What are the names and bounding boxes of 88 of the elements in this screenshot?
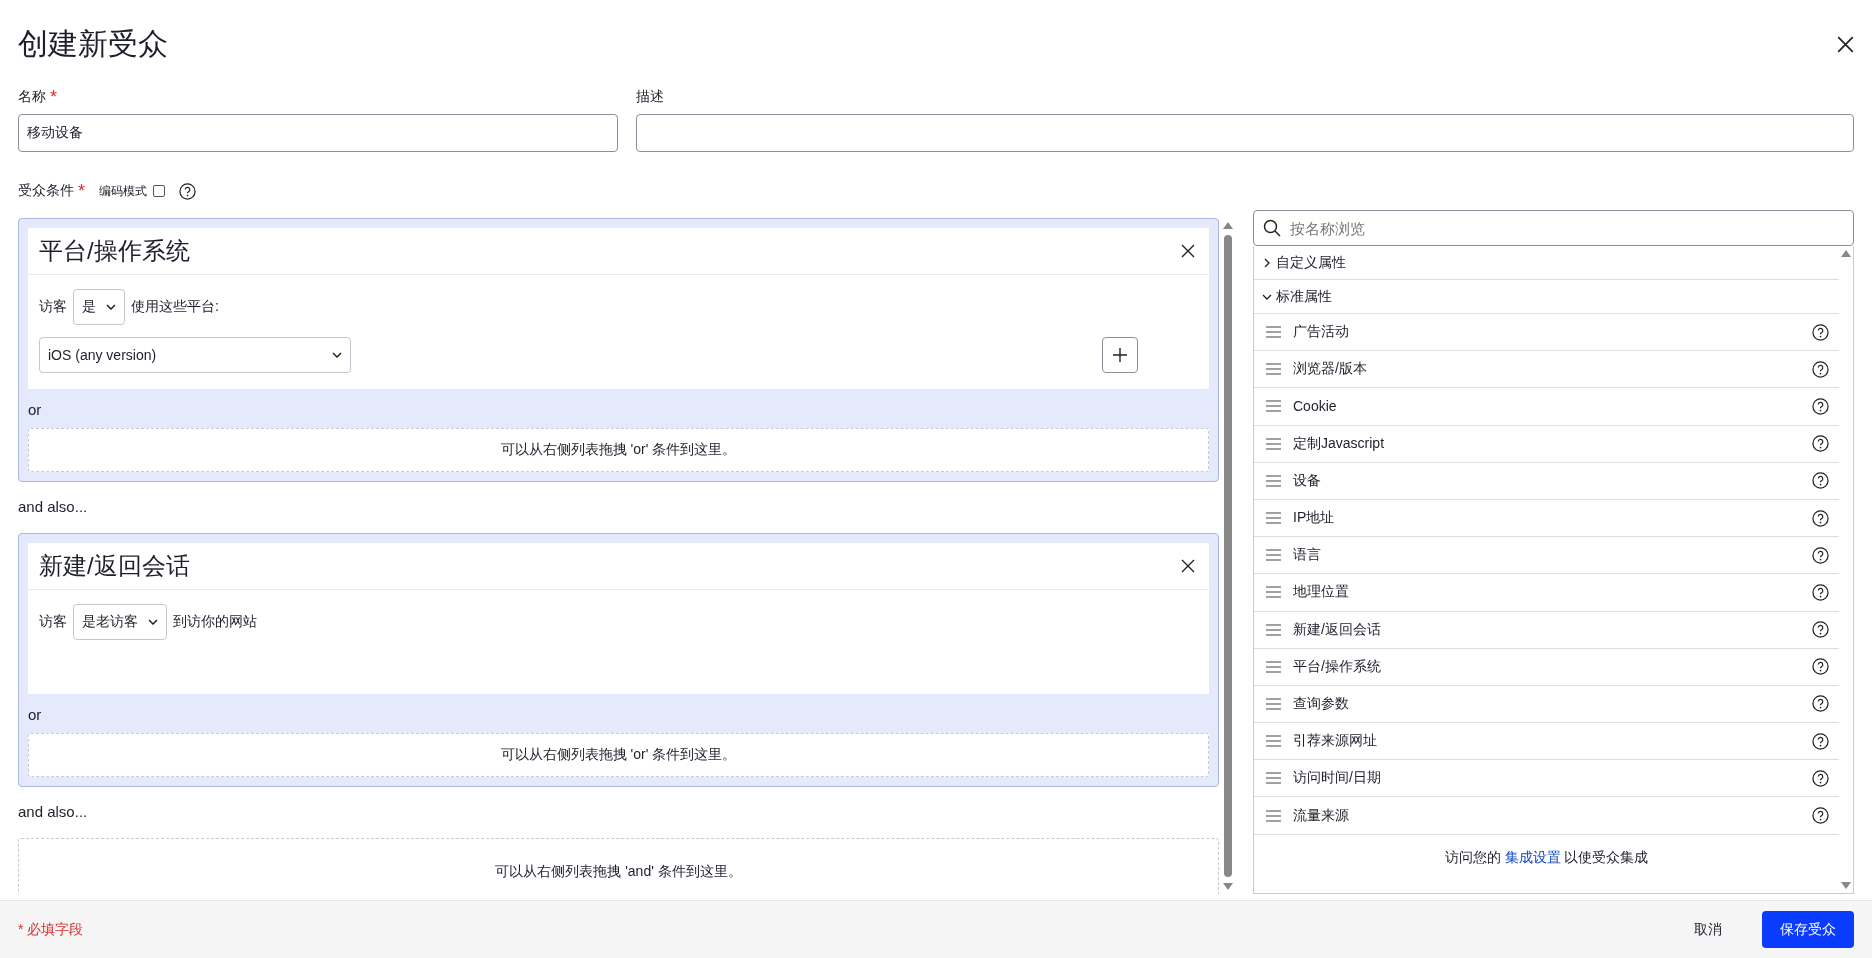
drag-handle-icon xyxy=(1266,586,1281,599)
cancel-button[interactable]: 取消 xyxy=(1676,911,1740,948)
search-field[interactable]: 按名称浏览 xyxy=(1253,210,1854,246)
drag-handle-icon xyxy=(1266,474,1281,487)
and-label: and also... xyxy=(18,497,89,517)
plus-icon xyxy=(1113,348,1127,362)
or-label: or xyxy=(28,705,43,725)
list-item[interactable]: Cookie xyxy=(1254,388,1839,426)
help-icon[interactable] xyxy=(1812,546,1829,564)
drag-handle-icon xyxy=(1266,809,1281,822)
help-icon[interactable] xyxy=(1812,621,1829,639)
input-field[interactable]: 移动设备 xyxy=(18,114,618,152)
drag-handle-icon xyxy=(1266,772,1281,785)
drop-zone: 可以从右侧列表拖拽 'or' 条件到这里。 xyxy=(28,733,1209,777)
help-icon[interactable] xyxy=(1812,509,1829,527)
list-item[interactable]: 地理位置 xyxy=(1254,574,1839,612)
remove-button[interactable] xyxy=(1181,244,1195,258)
help-icon[interactable] xyxy=(1812,583,1829,601)
condition-text: 到访你的网站 xyxy=(173,613,257,631)
drag-handle-icon xyxy=(1266,623,1281,636)
close-icon xyxy=(1181,244,1195,258)
condition-text: 访客 xyxy=(39,298,67,316)
help-icon[interactable] xyxy=(1812,323,1829,341)
drag-handle-icon xyxy=(1266,326,1281,339)
help-icon[interactable] xyxy=(1812,472,1829,490)
field-label: 描述 xyxy=(636,88,664,106)
settings-link[interactable]: 集成设置 xyxy=(1504,848,1561,865)
caret-icon xyxy=(106,304,116,310)
required-asterisk: * xyxy=(78,180,85,202)
help-icon[interactable] xyxy=(1812,658,1829,676)
condition-title: 新建/返回会话 xyxy=(39,551,190,581)
drag-handle-icon xyxy=(1266,660,1281,673)
help-icon[interactable] xyxy=(1812,769,1829,787)
condition-title: 平台/操作系统 xyxy=(39,236,190,266)
required-asterisk: * xyxy=(50,86,57,108)
list-item[interactable]: 流量来源 xyxy=(1254,797,1839,835)
drag-handle-icon xyxy=(1266,512,1281,525)
drop-zone: 可以从右侧列表拖拽 'and' 条件到这里。 xyxy=(18,838,1219,894)
list-item[interactable]: 平台/操作系统 xyxy=(1254,648,1839,686)
drag-handle-icon xyxy=(1266,363,1281,376)
list-item[interactable]: 浏览器/版本 xyxy=(1254,351,1839,389)
remove-button[interactable] xyxy=(1181,559,1195,573)
checkbox-label: 编码模式 xyxy=(99,182,147,200)
list-item[interactable]: 查询参数 xyxy=(1254,685,1839,724)
caret-icon xyxy=(148,619,158,625)
drag-handle-icon xyxy=(1266,697,1281,710)
add-button[interactable] xyxy=(1102,337,1138,373)
close-icon xyxy=(1181,559,1195,573)
close-icon xyxy=(1837,35,1854,53)
list-item[interactable]: IP地址 xyxy=(1254,499,1839,538)
section-label: 受众条件 xyxy=(18,182,74,200)
dropdown[interactable]: iOS (any version) xyxy=(39,337,351,373)
search-icon xyxy=(1263,219,1281,237)
or-label: or xyxy=(28,400,43,420)
drag-handle-icon xyxy=(1266,400,1281,413)
drag-handle-icon xyxy=(1266,437,1281,450)
help-icon[interactable] xyxy=(1812,807,1829,825)
save-button[interactable]: 保存受众 xyxy=(1762,911,1854,948)
list-item[interactable]: 设备 xyxy=(1254,462,1839,500)
help-icon[interactable] xyxy=(179,182,196,200)
list-item[interactable]: 引荐来源网址 xyxy=(1254,723,1839,761)
condition-text: 访客 xyxy=(39,613,67,631)
dialog-title: 创建新受众 xyxy=(18,25,168,62)
input-field[interactable] xyxy=(636,114,1854,152)
list-item[interactable]: 广告活动 xyxy=(1254,314,1839,352)
dropdown[interactable]: 是 xyxy=(73,289,125,325)
integration-hint: 访问您的 集成设置 以使受众集成 xyxy=(1443,847,1650,867)
close-button[interactable] xyxy=(1837,35,1854,53)
list-item[interactable]: 访问时间/日期 xyxy=(1254,760,1839,798)
checkbox[interactable] xyxy=(153,185,165,197)
caret-icon xyxy=(332,352,342,358)
drop-zone: 可以从右侧列表拖拽 'or' 条件到这里。 xyxy=(28,428,1209,472)
dropdown[interactable]: 是老访客 xyxy=(73,604,167,640)
help-icon[interactable] xyxy=(1812,695,1829,713)
drag-handle-icon xyxy=(1266,735,1281,748)
help-icon[interactable] xyxy=(1812,360,1829,378)
list-item[interactable]: 语言 xyxy=(1254,537,1839,575)
field-label: 名称 xyxy=(18,88,46,106)
list-item[interactable]: 定制Javascript xyxy=(1254,425,1839,463)
condition-text: 使用这些平台: xyxy=(131,298,219,316)
help-icon[interactable] xyxy=(1812,732,1829,750)
drag-handle-icon xyxy=(1266,549,1281,562)
and-label: and also... xyxy=(18,802,89,822)
list-item[interactable]: 新建/返回会话 xyxy=(1254,611,1839,649)
required-note: * 必填字段 xyxy=(18,920,84,939)
chevron-right-icon xyxy=(1262,257,1272,268)
help-icon[interactable] xyxy=(1812,435,1829,453)
help-icon[interactable] xyxy=(1812,397,1829,415)
